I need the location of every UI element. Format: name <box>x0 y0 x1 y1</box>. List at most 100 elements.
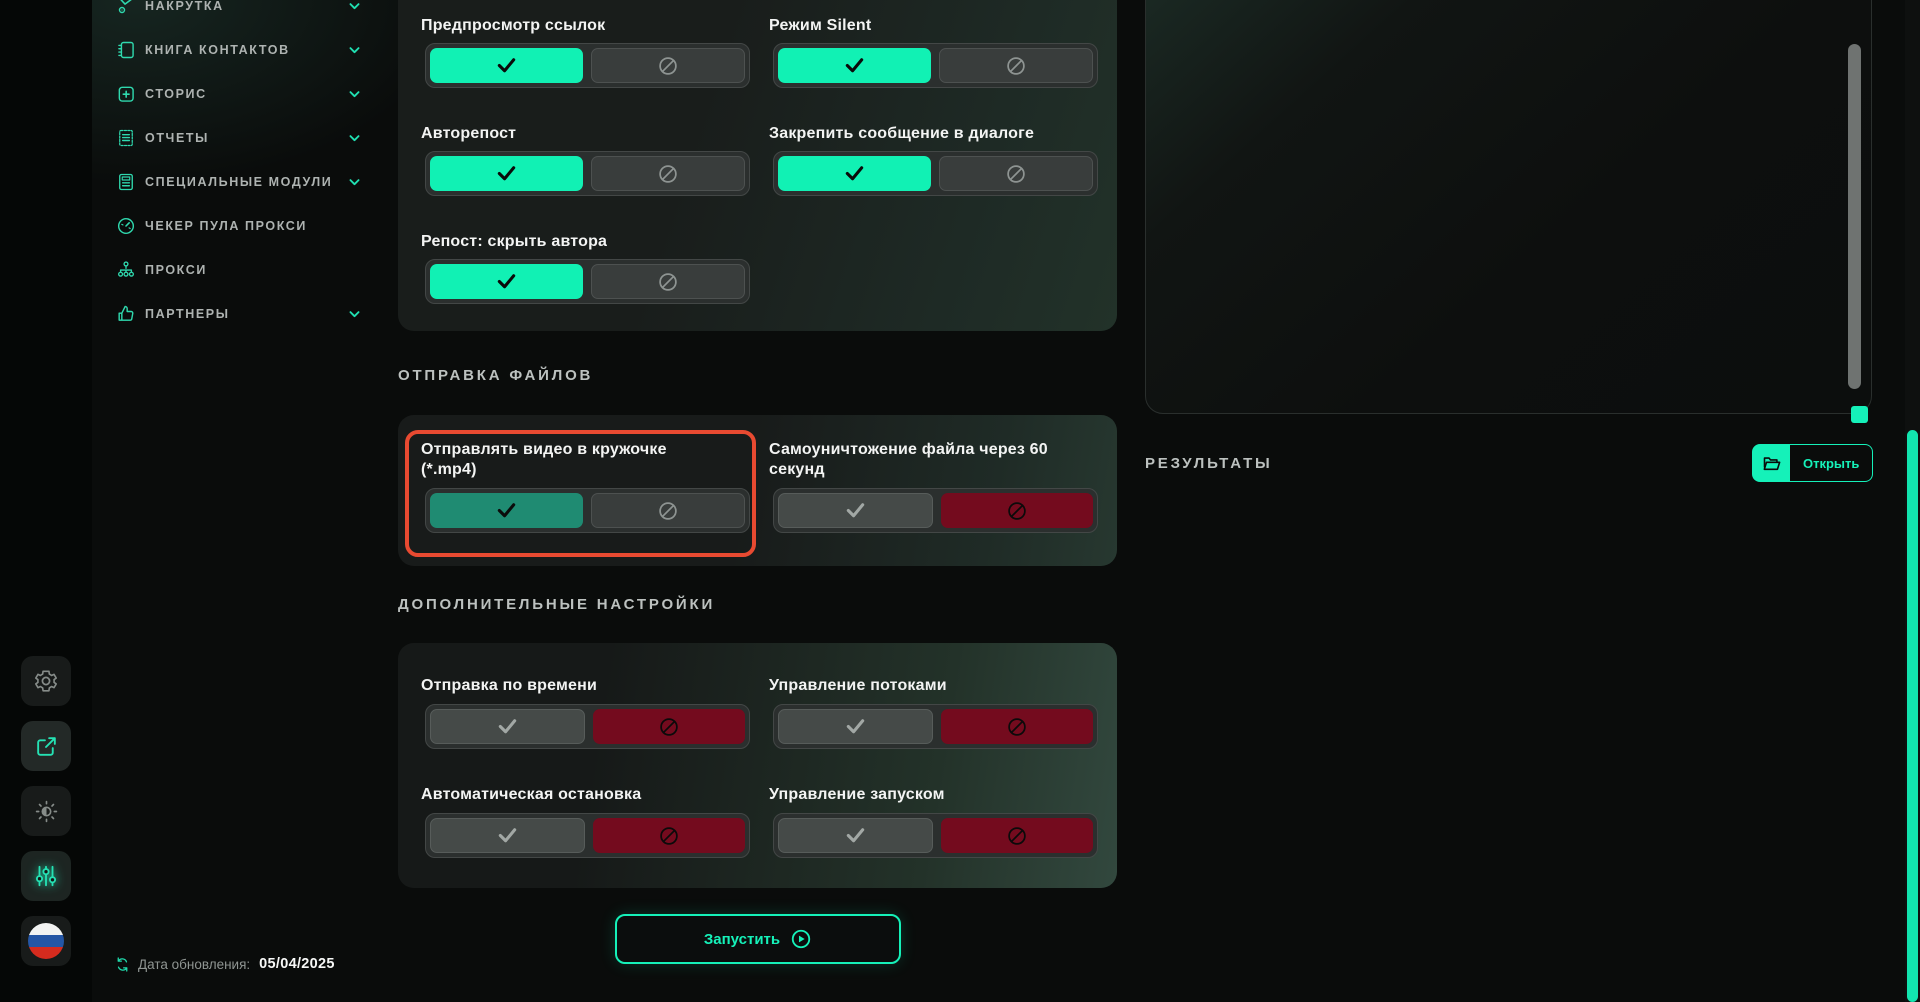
chevron-down-icon[interactable] <box>347 87 362 102</box>
sidebar-item-label: КНИГА КОНТАКТОВ <box>145 43 290 57</box>
toggle-yes-button[interactable] <box>430 264 583 299</box>
toggle-cell-2-0: Отправка по времени <box>398 677 746 749</box>
toggle-yes-button[interactable] <box>430 493 583 528</box>
ban-icon <box>658 716 680 738</box>
toggle-cell-1-1: Самоуничтожение файла через 60 секунд <box>746 436 1094 533</box>
ban-icon <box>1005 55 1027 77</box>
sidebar-item-5[interactable]: СПЕЦИАЛЬНЫЕ МОДУЛИ <box>116 170 362 194</box>
toggle-group <box>773 813 1098 858</box>
check-icon <box>844 499 867 522</box>
check-icon <box>495 270 518 293</box>
chevron-down-icon[interactable] <box>347 43 362 58</box>
extra-settings-panel: Отправка по времениУправление потокамиАв… <box>398 643 1117 888</box>
toggle-yes-button[interactable] <box>430 709 585 744</box>
toggle-yes-button[interactable] <box>778 156 931 191</box>
toggle-group <box>773 43 1098 88</box>
toggle-yes-button[interactable] <box>778 493 933 528</box>
gear-icon <box>33 668 59 694</box>
app-window: НАКРУТКА КНИГА КОНТАКТОВ СТОРИС ОТЧЕТЫ СПЕЦИ… <box>0 0 1920 1002</box>
chevron-down-icon[interactable] <box>347 131 362 146</box>
toggle-no-button[interactable] <box>591 264 746 299</box>
equalizer-icon <box>33 863 59 889</box>
toggle-group <box>773 488 1098 533</box>
ban-icon <box>1006 825 1028 847</box>
rail-theme-button[interactable] <box>21 786 71 836</box>
toggle-group <box>425 813 750 858</box>
toggle-cell-0-0: Предпросмотр ссылок <box>398 17 746 88</box>
toggle-label: Закрепить сообщение в диалоге <box>769 125 1094 145</box>
resize-handle-icon[interactable] <box>1851 406 1868 423</box>
toggle-group <box>425 259 750 304</box>
sidebar-item-3[interactable]: СТОРИС <box>116 82 362 106</box>
contacts-book-icon <box>116 40 136 60</box>
toggle-label: Режим Silent <box>769 17 1094 37</box>
ban-icon <box>657 55 679 77</box>
section-title-extra-settings: ДОПОЛНИТЕЛЬНЫЕ НАСТРОЙКИ <box>398 596 715 613</box>
boost-icon <box>116 0 136 16</box>
toggle-yes-button[interactable] <box>778 709 933 744</box>
update-label: Дата обновления: <box>138 957 250 972</box>
rail-external-button[interactable] <box>21 721 71 771</box>
play-circle-icon <box>790 928 812 950</box>
sidebar-menu: НАКРУТКА КНИГА КОНТАКТОВ СТОРИС ОТЧЕТЫ СПЕЦИ… <box>0 0 378 420</box>
sidebar-item-label: СПЕЦИАЛЬНЫЕ МОДУЛИ <box>145 175 332 189</box>
toggle-group <box>425 151 750 196</box>
page-scrollbar[interactable] <box>1907 430 1918 1002</box>
toggle-no-button[interactable] <box>591 156 746 191</box>
rail-settings-button[interactable] <box>21 656 71 706</box>
toggle-group <box>425 488 750 533</box>
chevron-down-icon[interactable] <box>347 175 362 190</box>
reports-icon <box>116 128 136 148</box>
toggle-label: Авторепост <box>421 125 746 145</box>
proxy-icon <box>116 260 136 280</box>
toggle-cell-0-4: Репост: скрыть автора <box>398 233 746 304</box>
rail-equalizer-button[interactable] <box>21 851 71 901</box>
stories-icon <box>116 84 136 104</box>
refresh-icon <box>114 956 131 973</box>
toggle-yes-button[interactable] <box>430 818 585 853</box>
sidebar-item-label: ПАРТНЕРЫ <box>145 307 230 321</box>
toggle-no-button[interactable] <box>591 493 746 528</box>
open-results-button[interactable]: Открыть <box>1752 444 1873 482</box>
sidebar-item-label: НАКРУТКА <box>145 0 224 13</box>
check-icon <box>843 54 866 77</box>
toggle-no-button[interactable] <box>941 709 1094 744</box>
toggle-yes-button[interactable] <box>430 156 583 191</box>
sidebar-item-8[interactable]: ПАРТНЕРЫ <box>116 302 362 326</box>
sidebar-item-7[interactable]: ПРОКСИ <box>116 258 362 282</box>
toggle-label: Самоуничтожение файла через 60 секунд <box>769 436 1069 480</box>
toggle-no-button[interactable] <box>941 818 1094 853</box>
chevron-down-icon[interactable] <box>347 307 362 322</box>
toggle-group <box>773 151 1098 196</box>
toggle-no-button[interactable] <box>939 48 1094 83</box>
sidebar-item-1[interactable]: НАКРУТКА <box>116 0 362 18</box>
message-settings-panel: Предпросмотр ссылок Режим Silent Авторепос… <box>398 0 1117 331</box>
sidebar-item-4[interactable]: ОТЧЕТЫ <box>116 126 362 150</box>
check-icon <box>495 499 518 522</box>
flag-russia <box>28 923 64 959</box>
sidebar-item-6[interactable]: ЧЕКЕР ПУЛА ПРОКСИ <box>116 214 362 238</box>
toggle-yes-button[interactable] <box>778 48 931 83</box>
message-panel-scrollbar[interactable] <box>1848 44 1861 389</box>
toggle-yes-button[interactable] <box>778 818 933 853</box>
check-icon <box>496 715 519 738</box>
toggle-no-button[interactable] <box>593 709 746 744</box>
toggle-yes-button[interactable] <box>430 48 583 83</box>
update-date: 05/04/2025 <box>259 956 335 972</box>
toggle-no-button[interactable] <box>939 156 1094 191</box>
toggle-no-button[interactable] <box>593 818 746 853</box>
sidebar-item-2[interactable]: КНИГА КОНТАКТОВ <box>116 38 362 62</box>
run-button[interactable]: Запустить <box>615 914 901 964</box>
toggle-no-button[interactable] <box>591 48 746 83</box>
toggle-label: Управление запуском <box>769 786 1094 806</box>
rail-language-button[interactable] <box>21 916 71 966</box>
toggle-label: Управление потоками <box>769 677 1094 697</box>
check-icon <box>496 824 519 847</box>
chevron-down-icon[interactable] <box>347 0 362 14</box>
run-button-label: Запустить <box>704 931 780 948</box>
toggle-cell-0-1: Режим Silent <box>746 17 1094 88</box>
toggle-cell-0-2: Авторепост <box>398 125 746 196</box>
toggle-no-button[interactable] <box>941 493 1094 528</box>
checker-icon <box>116 216 136 236</box>
toggle-label: Отправка по времени <box>421 677 746 697</box>
